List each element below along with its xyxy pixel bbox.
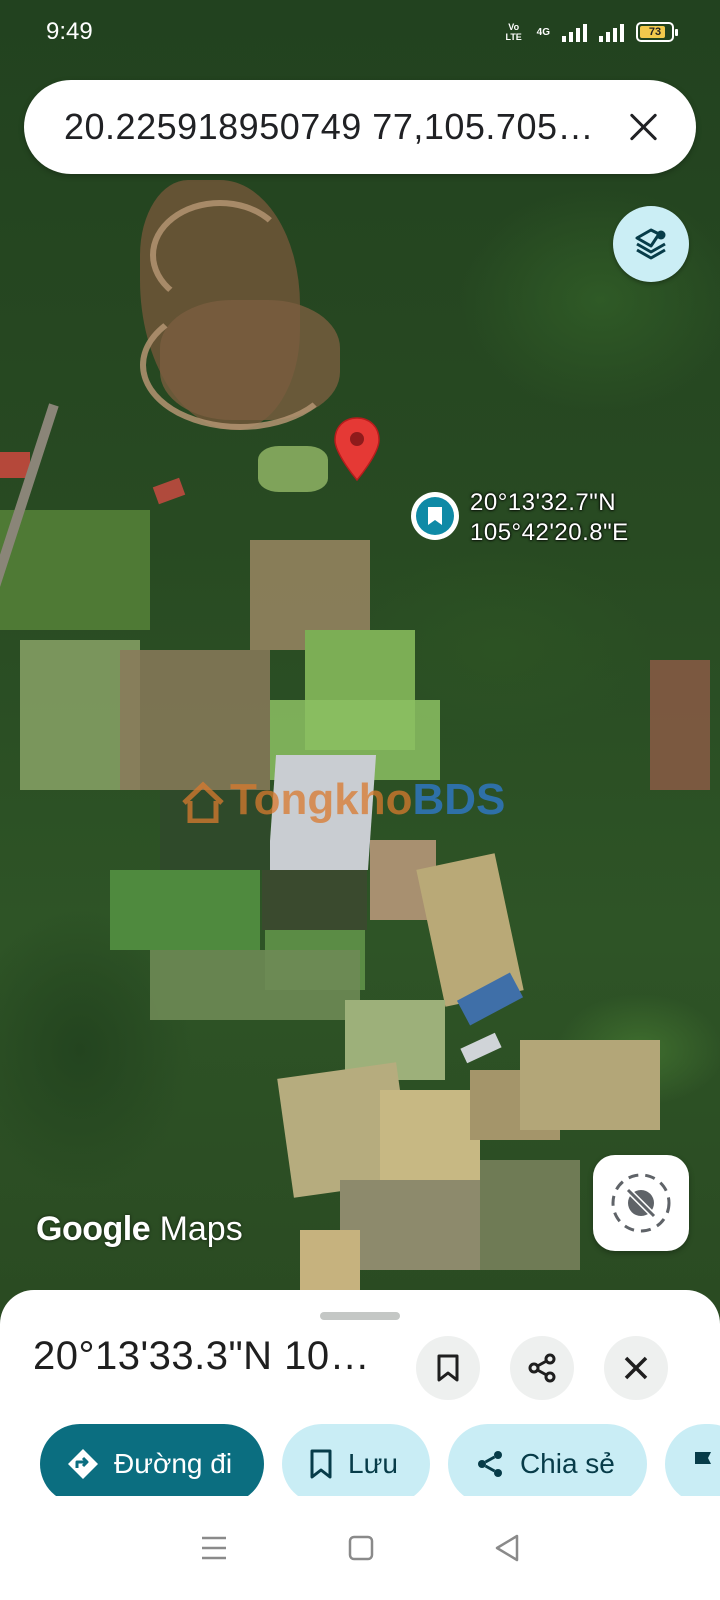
- map-field: [150, 950, 360, 1020]
- my-location-button[interactable]: [593, 1155, 689, 1251]
- back-icon[interactable]: [494, 1534, 520, 1562]
- signal-icon-sim2: [599, 22, 624, 42]
- map-field: [300, 1230, 360, 1290]
- map-building: [152, 477, 186, 505]
- share-button[interactable]: Chia sẻ: [447, 1424, 647, 1504]
- map-field: [480, 1160, 580, 1270]
- logo-maps-text: Maps: [159, 1210, 243, 1248]
- map-field: [520, 1040, 660, 1130]
- map-building: [460, 1032, 502, 1064]
- location-disabled-icon: [611, 1173, 671, 1233]
- save-button[interactable]: Lưu: [282, 1424, 430, 1504]
- map-field: [380, 1090, 480, 1180]
- satellite-map[interactable]: [0, 0, 720, 1330]
- bookmark-icon: [416, 497, 454, 535]
- save-label: Lưu: [348, 1448, 398, 1479]
- coordinate-label: 20°13'32.7"N 105°42'20.8"E: [470, 488, 629, 548]
- map-field: [110, 870, 260, 950]
- search-query[interactable]: 20.225918950749 77,105.705…: [64, 106, 622, 148]
- share-label: Chia sẻ: [519, 1448, 615, 1479]
- bookmark-icon: [310, 1449, 332, 1479]
- sheet-drag-handle[interactable]: [320, 1312, 400, 1320]
- clear-search-icon[interactable]: [622, 105, 666, 149]
- status-time: 9:49: [46, 18, 93, 45]
- map-field: [650, 660, 710, 790]
- layers-button[interactable]: [613, 206, 689, 282]
- watermark: TongkhoBDS: [180, 775, 505, 825]
- save-icon-button[interactable]: [416, 1336, 480, 1400]
- network-type-label: 4G: [536, 26, 550, 38]
- directions-icon: [68, 1449, 98, 1479]
- share-icon-button[interactable]: [510, 1336, 574, 1400]
- share-icon: [528, 1353, 556, 1383]
- place-title: 20°13'33.3"N 10…: [33, 1334, 371, 1378]
- logo-google-text: Google: [36, 1210, 151, 1248]
- dropped-pin-icon[interactable]: [333, 416, 381, 487]
- directions-label: Đường đi: [114, 1448, 233, 1479]
- google-maps-logo: Google Maps: [36, 1210, 243, 1249]
- more-action-chip[interactable]: [664, 1424, 720, 1504]
- map-dirt-road: [140, 300, 340, 430]
- watermark-text-1: Tongkho: [230, 775, 413, 824]
- battery-icon: 73: [636, 22, 678, 42]
- layers-icon: [635, 228, 666, 260]
- house-icon: [182, 781, 224, 824]
- saved-location-marker[interactable]: [411, 492, 459, 540]
- system-nav-bar: [0, 1496, 720, 1600]
- battery-level: 73: [648, 26, 662, 38]
- map-dirt-road: [150, 200, 290, 310]
- directions-button[interactable]: Đường đi: [40, 1424, 265, 1504]
- watermark-text-2: BDS: [412, 775, 506, 824]
- map-field: [258, 446, 328, 492]
- close-sheet-button[interactable]: [604, 1336, 668, 1400]
- coordinate-label-lat: 20°13'32.7"N: [470, 489, 617, 516]
- status-icons: Vo LTE 4G 73: [503, 22, 678, 42]
- share-icon: [477, 1451, 502, 1477]
- map-field: [0, 510, 150, 630]
- map-field: [262, 870, 367, 930]
- home-icon[interactable]: [348, 1535, 374, 1561]
- menu-icon[interactable]: [200, 1535, 228, 1561]
- search-bar[interactable]: 20.225918950749 77,105.705…: [24, 80, 696, 174]
- map-field: [120, 650, 270, 790]
- close-icon: [624, 1356, 648, 1380]
- map-field: [340, 1180, 480, 1270]
- signal-icon: [562, 22, 587, 42]
- action-chips: Đường đi Lưu Chia sẻ: [40, 1424, 720, 1504]
- coordinate-label-lng: 105°42'20.8"E: [470, 519, 629, 546]
- status-bar: 9:49 Vo LTE 4G 73: [0, 0, 720, 64]
- volte-icon: Vo LTE: [505, 22, 522, 42]
- bookmark-icon: [437, 1354, 459, 1382]
- flag-icon: [694, 1452, 711, 1478]
